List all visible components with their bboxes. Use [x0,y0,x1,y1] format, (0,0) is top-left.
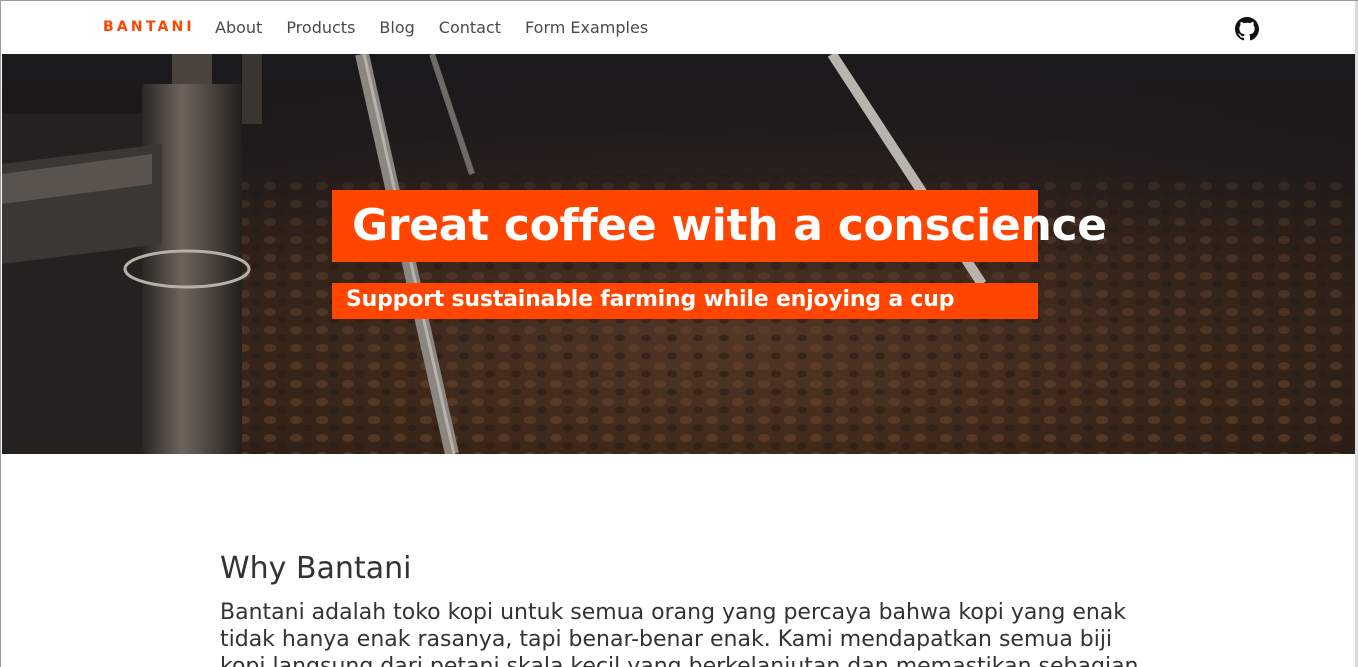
nav-link-blog[interactable]: Blog [379,18,414,38]
section-title: Why Bantani [220,551,412,586]
page-frame: BANTANI About Products Blog Contact Form… [0,0,1358,667]
nav-links: About Products Blog Contact Form Example… [215,18,672,38]
nav-link-about[interactable]: About [215,18,262,38]
nav-link-products[interactable]: Products [286,18,355,38]
brand-logo[interactable]: BANTANI [103,19,195,35]
navbar: BANTANI About Products Blog Contact Form… [2,2,1356,54]
github-icon[interactable] [1235,17,1259,41]
hero-title: Great coffee with a conscience [352,200,1107,251]
nav-link-form-examples[interactable]: Form Examples [525,18,648,38]
hero-banner: Great coffee with a conscience Support s… [2,54,1356,454]
why-bantani-section: Why Bantani Bantani adalah toko kopi unt… [220,549,1160,667]
nav-link-contact[interactable]: Contact [439,18,501,38]
hero-subtitle: Support sustainable farming while enjoyi… [346,287,955,312]
section-paragraph: Bantani adalah toko kopi untuk semua ora… [220,600,1139,667]
